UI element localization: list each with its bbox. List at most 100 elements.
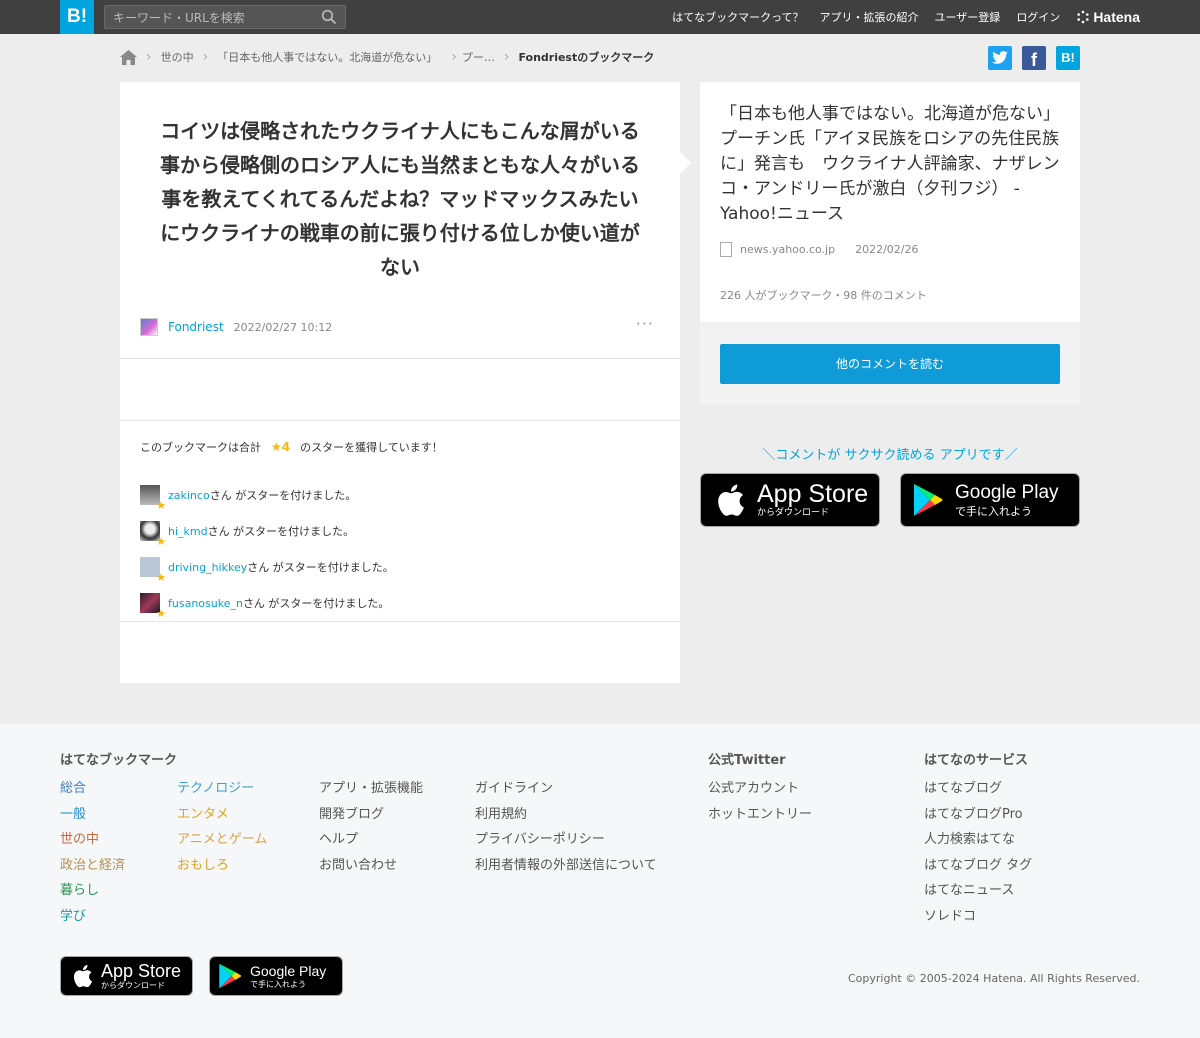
home-icon[interactable]: [120, 49, 137, 65]
google-play-badge[interactable]: Google Play で手に入れよう: [900, 473, 1080, 527]
entry-card: 「日本も他人事ではない。北海道が危ない」 プーチン氏「アイヌ民族をロシアの先住民…: [700, 82, 1080, 322]
footer-category-link[interactable]: 暮らし: [60, 878, 125, 904]
chevron-right-icon: ›: [451, 49, 457, 65]
star-user-link[interactable]: zakinco: [168, 489, 210, 502]
avatar[interactable]: ★: [140, 557, 166, 583]
hatena-brand[interactable]: Hatena: [1076, 9, 1140, 25]
footer-link[interactable]: プライバシーポリシー: [475, 827, 657, 853]
footer-link[interactable]: アプリ・拡張機能: [319, 776, 423, 802]
stars-summary: このブックマークは合計 ★4 のスターを獲得しています！: [140, 439, 443, 455]
star-user-link[interactable]: fusanosuke_n: [168, 597, 243, 610]
google-play-subtitle: で手に入れよう: [250, 979, 306, 989]
stars-summary-prefix: このブックマークは合計: [140, 441, 261, 454]
google-play-subtitle: で手に入れよう: [955, 505, 1032, 518]
about-link[interactable]: はてなブックマークって？: [672, 9, 803, 25]
footer-category-link[interactable]: 総合: [60, 776, 125, 802]
star-icon: ★: [156, 607, 166, 620]
footer-link[interactable]: 開発ブログ: [319, 802, 423, 828]
share-buttons: f B!: [988, 46, 1080, 70]
divider: [120, 621, 680, 622]
footer-twitter-links: 公式アカウント ホットエントリー: [708, 776, 812, 827]
star-row-suffix: さん がスターを付けました。: [247, 561, 394, 574]
star-list: ★ zakinco さん がスターを付けました。 ★ hi_kmd さん がスタ…: [140, 477, 394, 621]
apple-icon: [718, 484, 744, 516]
twitter-share-icon[interactable]: [988, 46, 1012, 70]
app-store-subtitle: からダウンロード: [757, 508, 830, 518]
footer-category-link[interactable]: テクノロジー: [177, 776, 267, 802]
footer-link[interactable]: はてなブログ タグ: [924, 853, 1032, 879]
google-play-title: Google Play: [955, 482, 1059, 503]
star-icon: ★: [156, 535, 166, 548]
footer-link[interactable]: ガイドライン: [475, 776, 657, 802]
footer-link[interactable]: ソレドコ: [924, 904, 1032, 930]
star-user-link[interactable]: driving_hikkey: [168, 561, 247, 574]
footer-bookmark-heading: はてなブックマーク: [60, 753, 178, 768]
search-input[interactable]: [113, 9, 313, 27]
footer-google-play-badge[interactable]: Google Play で手に入れよう: [209, 956, 343, 996]
signup-link[interactable]: ユーザー登録: [935, 9, 1001, 25]
entry-stats[interactable]: 226 人がブックマーク・98 件のコメント: [720, 287, 927, 303]
footer-links-col4: ガイドライン 利用規約 プライバシーポリシー 利用者情報の外部送信について: [475, 776, 657, 878]
breadcrumb-category[interactable]: 世の中: [161, 49, 194, 65]
apple-icon: [73, 965, 93, 988]
entry-date: 2022/02/26: [855, 243, 919, 256]
avatar[interactable]: ★: [140, 521, 166, 547]
document-icon: [720, 242, 732, 257]
hatena-bookmark-logo[interactable]: B!: [60, 0, 94, 34]
star-icon: ★: [156, 499, 166, 512]
footer-link[interactable]: 利用規約: [475, 802, 657, 828]
footer-link[interactable]: はてなニュース: [924, 878, 1032, 904]
entry-domain[interactable]: news.yahoo.co.jp: [740, 243, 835, 256]
apps-link[interactable]: アプリ・拡張の紹介: [820, 9, 919, 25]
star-icon: ★: [156, 571, 166, 584]
breadcrumb-entry[interactable]: 「日本も他人事ではない。北海道が危ない」: [217, 49, 437, 65]
footer-link[interactable]: はてなブログPro: [924, 802, 1032, 828]
bookmark-comment: コイツは侵略されたウクライナ人にもこんな屑がいる事から侵略側のロシア人にも当然ま…: [160, 119, 640, 279]
chevron-right-icon: ›: [202, 49, 209, 65]
search-icon[interactable]: [321, 9, 337, 25]
footer-category-link[interactable]: エンタメ: [177, 802, 267, 828]
global-header: B! はてなブックマークって？ アプリ・拡張の紹介 ユーザー登録 ログイン Ha…: [0, 0, 1200, 34]
breadcrumb-entry-cont[interactable]: プー…: [462, 49, 495, 65]
app-store-badge[interactable]: App Store からダウンロード: [700, 473, 880, 527]
divider: [120, 358, 680, 359]
avatar[interactable]: ★: [140, 485, 166, 511]
chevron-right-icon: ›: [503, 49, 510, 65]
header-nav: はてなブックマークって？ アプリ・拡張の紹介 ユーザー登録 ログイン Haten…: [672, 0, 1140, 34]
footer-category-link[interactable]: 政治と経済: [60, 853, 125, 879]
footer-link[interactable]: はてなブログ: [924, 776, 1032, 802]
bookmark-user-link[interactable]: Fondriest: [168, 320, 224, 334]
footer-link[interactable]: 人力検索はてな: [924, 827, 1032, 853]
login-link[interactable]: ログイン: [1016, 9, 1060, 25]
star-row-suffix: さん がスターを付けました。: [242, 597, 390, 610]
footer-services-heading: はてなのサービス: [924, 753, 1029, 768]
bookmark-date: 2022/02/27 10:12: [233, 320, 333, 334]
app-promo-text: ＼コメントが サクサク読める アプリです／: [762, 448, 1018, 463]
breadcrumb: › 世の中 › 「日本も他人事ではない。北海道が危ない」 › プー… › Fon…: [120, 44, 654, 70]
entry-title-link[interactable]: 「日本も他人事ではない。北海道が危ない」 プーチン氏「アイヌ民族をロシアの先住民…: [720, 102, 1069, 227]
hatena-bookmark-share-icon[interactable]: B!: [1056, 46, 1080, 70]
read-other-comments-button[interactable]: 他のコメントを読む: [720, 344, 1060, 384]
breadcrumb-current: Fondriestのブックマーク: [518, 51, 655, 64]
avatar[interactable]: ★: [140, 593, 166, 619]
footer-link[interactable]: 公式アカウント: [708, 776, 812, 802]
footer-category-link[interactable]: 世の中: [60, 827, 125, 853]
footer-link[interactable]: ホットエントリー: [708, 802, 812, 828]
footer: はてなブックマーク 総合 一般 世の中 政治と経済 暮らし 学び テクノロジー …: [0, 724, 1200, 1038]
google-play-icon: [914, 484, 943, 516]
footer-link[interactable]: ヘルプ: [319, 827, 423, 853]
footer-category-link[interactable]: おもしろ: [177, 853, 267, 879]
footer-category-link[interactable]: アニメとゲーム: [177, 827, 267, 853]
google-play-icon: [219, 963, 242, 989]
footer-links-col3: アプリ・拡張機能 開発ブログ ヘルプ お問い合わせ: [319, 776, 423, 878]
more-options-icon[interactable]: ···: [636, 314, 654, 333]
stars-summary-suffix: のスターを獲得しています！: [300, 441, 443, 454]
star-user-link[interactable]: hi_kmd: [168, 525, 208, 538]
footer-category-link[interactable]: 一般: [60, 802, 125, 828]
footer-link[interactable]: 利用者情報の外部送信について: [475, 853, 657, 879]
footer-category-link[interactable]: 学び: [60, 904, 125, 930]
footer-link[interactable]: お問い合わせ: [319, 853, 423, 879]
avatar[interactable]: [140, 318, 158, 336]
footer-app-store-badge[interactable]: App Store からダウンロード: [60, 956, 193, 996]
facebook-share-icon[interactable]: f: [1022, 46, 1046, 70]
